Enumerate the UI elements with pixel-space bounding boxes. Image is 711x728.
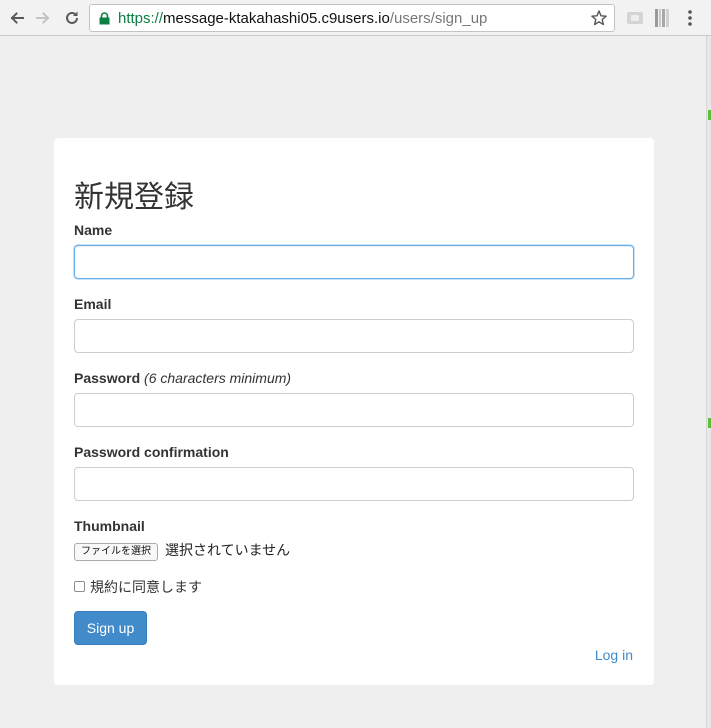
signup-card: 新規登録 Name Email Password (6 characters m…	[54, 138, 654, 685]
forward-arrow-icon[interactable]	[32, 7, 54, 29]
password-confirmation-label: Password confirmation	[74, 444, 229, 460]
page-scrollbar[interactable]	[706, 36, 711, 728]
file-status: 選択されていません	[165, 543, 291, 559]
lock-icon	[99, 11, 110, 25]
login-link[interactable]: Log in	[595, 647, 633, 663]
name-label: Name	[74, 222, 113, 238]
password-confirmation-field[interactable]	[74, 467, 634, 501]
password-field[interactable]	[74, 393, 634, 427]
address-bar[interactable]: https://message-ktakahashi05.c9users.io /…	[89, 4, 615, 32]
thumbnail-label: Thumbnail	[74, 518, 145, 534]
url-host: message-ktakahashi05.c9users.io	[163, 9, 390, 27]
terms-checkbox[interactable]	[74, 581, 85, 592]
page-title: 新規登録	[74, 180, 194, 215]
password-hint: (6 characters minimum)	[144, 370, 292, 386]
back-arrow-icon[interactable]	[6, 7, 28, 29]
menu-dots-icon[interactable]	[682, 8, 698, 33]
name-field[interactable]	[74, 245, 634, 279]
sign-up-button[interactable]: Sign up	[74, 611, 147, 645]
reload-icon[interactable]	[61, 7, 83, 29]
file-select-button[interactable]: ファイルを選択	[74, 543, 158, 561]
extension-icon[interactable]	[655, 9, 669, 32]
terms-label[interactable]: 規約に同意します	[90, 577, 202, 597]
email-field[interactable]	[74, 319, 634, 353]
cast-icon[interactable]	[626, 10, 644, 31]
url-path: /users/sign_up	[389, 9, 488, 27]
password-label-row: Password (6 characters minimum)	[74, 370, 291, 386]
browser-toolbar: https://message-ktakahashi05.c9users.io /…	[0, 0, 711, 36]
email-label: Email	[74, 296, 112, 312]
url-scheme: https://	[118, 9, 164, 27]
password-label: Password	[74, 370, 141, 386]
star-icon[interactable]	[590, 9, 608, 27]
